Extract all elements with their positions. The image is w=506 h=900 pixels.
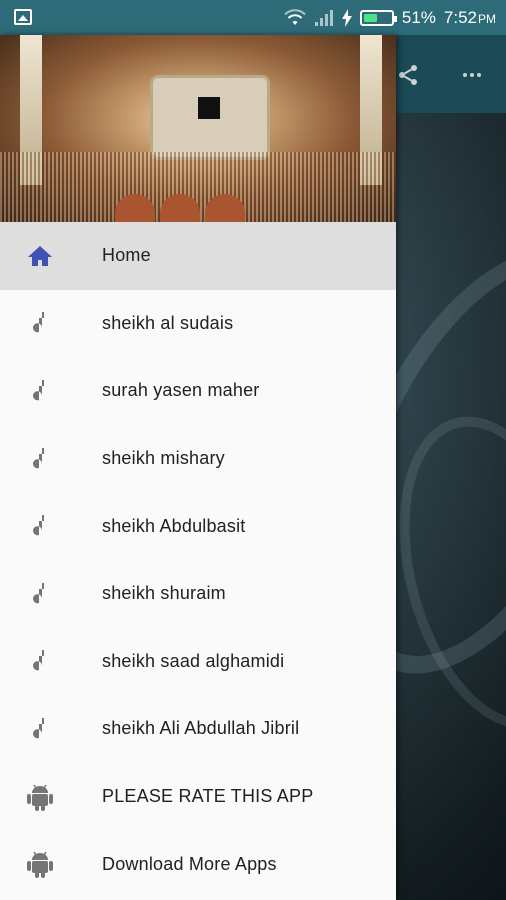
drawer-item-home[interactable]: Home	[0, 222, 396, 290]
drawer-item-8[interactable]: PLEASE RATE THIS APP	[0, 763, 396, 831]
drawer-item-label: Home	[102, 245, 151, 266]
drawer-item-2[interactable]: surah yasen maher	[0, 357, 396, 425]
music-note-icon	[24, 443, 56, 475]
android-icon	[24, 781, 56, 813]
home-icon	[24, 240, 56, 272]
drawer-item-label: PLEASE RATE THIS APP	[102, 786, 314, 807]
navigation-drawer: Home sheikh al sudais surah yasen maher she…	[0, 35, 396, 900]
drawer-item-9[interactable]: Download More Apps	[0, 830, 396, 898]
drawer-item-6[interactable]: sheikh saad alghamidi	[0, 628, 396, 696]
charging-icon	[341, 8, 352, 27]
signal-icon	[314, 9, 333, 26]
drawer-header-image	[0, 35, 396, 222]
music-note-icon	[24, 645, 56, 677]
drawer-item-label: sheikh mishary	[102, 448, 225, 469]
drawer-item-5[interactable]: sheikh shuraim	[0, 560, 396, 628]
music-note-icon	[24, 578, 56, 610]
drawer-item-label: surah yasen maher	[102, 380, 260, 401]
drawer-menu: Home sheikh al sudais surah yasen maher she…	[0, 222, 396, 898]
music-note-icon	[24, 307, 56, 339]
music-note-icon	[24, 713, 56, 745]
more-icon[interactable]	[452, 55, 492, 95]
battery-percent: 51%	[401, 7, 436, 27]
drawer-item-3[interactable]: sheikh mishary	[0, 425, 396, 493]
music-note-icon	[24, 375, 56, 407]
background-artwork	[396, 113, 506, 900]
drawer-item-7[interactable]: sheikh Ali Abdullah Jibril	[0, 695, 396, 763]
drawer-item-label: sheikh Ali Abdullah Jibril	[102, 718, 300, 739]
drawer-item-label: sheikh shuraim	[102, 583, 226, 604]
android-icon	[24, 848, 56, 880]
drawer-item-label: sheikh al sudais	[102, 312, 234, 333]
drawer-item-label: sheikh saad alghamidi	[102, 650, 285, 671]
battery-icon	[359, 9, 397, 26]
drawer-item-1[interactable]: sheikh al sudais	[0, 290, 396, 358]
music-note-icon	[24, 510, 56, 542]
drawer-item-4[interactable]: sheikh Abdulbasit	[0, 492, 396, 560]
drawer-item-label: sheikh Abdulbasit	[102, 515, 246, 536]
gallery-notification-icon	[14, 9, 32, 25]
drawer-item-label: Download More Apps	[102, 853, 277, 874]
clock: 7:52PM	[443, 7, 496, 27]
wifi-icon	[284, 8, 306, 25]
status-bar: 51% 7:52PM	[0, 0, 506, 35]
